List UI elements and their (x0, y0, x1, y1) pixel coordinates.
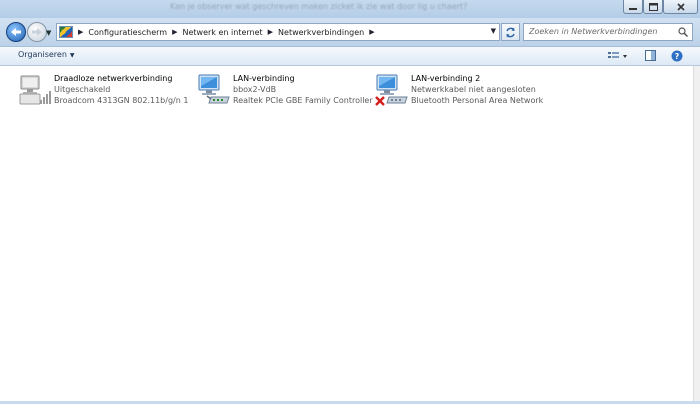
connection-item-wireless[interactable]: Draadloze netwerkverbinding Uitgeschakel… (18, 72, 188, 112)
back-button[interactable] (6, 22, 26, 42)
help-button[interactable]: ? (670, 49, 684, 62)
connection-name: LAN-verbinding 2 (411, 74, 481, 83)
connection-status: Uitgeschakeld (54, 85, 111, 94)
organize-label: Organiseren (18, 50, 67, 59)
arrow-left-icon (11, 28, 21, 36)
chevron-right-icon[interactable]: ▶ (369, 28, 374, 36)
address-dropdown[interactable]: ▼ (491, 27, 496, 35)
connection-status: Netwerkkabel niet aangesloten (411, 85, 536, 94)
organize-menu[interactable]: Organiseren ▼ (18, 50, 75, 59)
chevron-right-icon[interactable]: ▶ (78, 28, 83, 36)
preview-pane-icon (644, 50, 656, 61)
connection-item-lan[interactable]: LAN-verbinding bbox2-VdB Realtek PCIe GB… (197, 72, 373, 112)
wireless-network-icon (19, 75, 51, 105)
preview-pane-button[interactable] (643, 49, 657, 62)
title-bar: Kan je observer wat geschreven maken zic… (0, 0, 700, 18)
vertical-scrollbar[interactable] (693, 66, 700, 401)
maximize-button[interactable] (643, 0, 663, 14)
chevron-right-icon[interactable]: ▶ (172, 28, 177, 36)
help-icon: ? (671, 50, 683, 61)
connection-name: Draadloze netwerkverbinding (54, 74, 173, 83)
connection-device: Realtek PCIe GBE Family Controller (233, 96, 373, 105)
recent-pages-dropdown[interactable]: ▼ (46, 29, 51, 37)
restore-icon (648, 2, 658, 11)
search-placeholder: Zoeken in Netwerkverbindingen (529, 27, 658, 36)
connection-item-lan-2[interactable]: LAN-verbinding 2 Netwerkkabel niet aange… (375, 72, 555, 112)
view-options-button[interactable] (606, 49, 630, 62)
window-title: Kan je observer wat geschreven maken zic… (170, 2, 468, 11)
refresh-button[interactable] (501, 23, 520, 41)
close-button[interactable] (663, 0, 698, 14)
arrow-right-icon (32, 28, 42, 36)
search-input[interactable]: Zoeken in Netwerkverbindingen (523, 23, 693, 41)
view-options-icon (608, 51, 627, 58)
connection-name: LAN-verbinding (233, 74, 295, 83)
connection-status: bbox2-VdB (233, 85, 277, 94)
address-bar[interactable]: ▶ Configuratiescherm ▶ Netwerk en intern… (56, 23, 500, 41)
search-icon[interactable] (678, 27, 688, 37)
chevron-down-icon: ▼ (69, 52, 75, 59)
navigation-bar: ▼ ▶ Configuratiescherm ▶ Netwerk en inte… (0, 18, 700, 47)
breadcrumb-network-internet[interactable]: Netwerk en internet (183, 28, 263, 37)
lan-network-icon (198, 74, 230, 104)
connections-view: Draadloze netwerkverbinding Uitgeschakel… (0, 66, 694, 401)
breadcrumb-control-panel[interactable]: Configuratiescherm (88, 28, 167, 37)
forward-button[interactable] (27, 22, 47, 42)
svg-text:?: ? (675, 52, 680, 61)
control-panel-icon (59, 26, 73, 38)
connection-device: Bluetooth Personal Area Network (411, 96, 544, 105)
refresh-icon (506, 27, 515, 37)
minimize-icon (629, 7, 637, 10)
minimize-button[interactable] (623, 0, 643, 14)
chevron-right-icon[interactable]: ▶ (268, 28, 273, 36)
connection-device: Broadcom 4313GN 802.11b/g/n 1... (54, 96, 188, 105)
lan-disconnected-icon (375, 74, 408, 106)
breadcrumb-network-connections[interactable]: Netwerkverbindingen (278, 28, 364, 37)
close-icon (676, 2, 685, 11)
command-bar: Organiseren ▼ ? (0, 47, 700, 66)
